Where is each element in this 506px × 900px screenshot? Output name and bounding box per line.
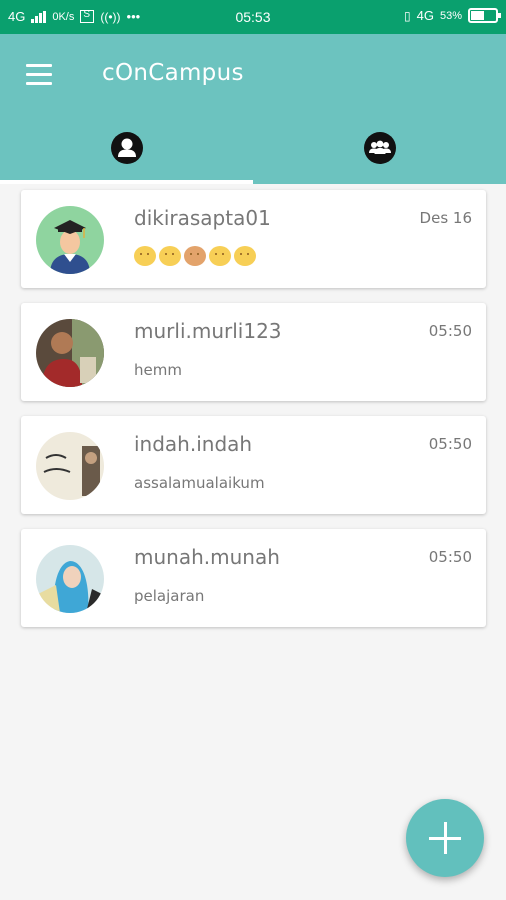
chat-time: 05:50 bbox=[428, 435, 472, 453]
person-icon bbox=[111, 132, 143, 164]
chat-item[interactable]: murli.murli123 05:50 hemm bbox=[21, 303, 486, 401]
app-bar: cOnCampus bbox=[0, 34, 506, 184]
new-chat-fab-button[interactable] bbox=[406, 799, 484, 877]
status-right: ▯ 4G 53% bbox=[404, 8, 501, 23]
chat-item[interactable]: munah.munah 05:50 pelajaran bbox=[21, 529, 486, 627]
chat-time: Des 16 bbox=[419, 209, 472, 227]
chat-username: indah.indah bbox=[134, 432, 253, 456]
smile-emoji-icon bbox=[159, 246, 181, 266]
grin-emoji-icon bbox=[209, 246, 231, 266]
hamburger-menu-button[interactable] bbox=[26, 64, 54, 86]
photo-avatar bbox=[36, 432, 104, 500]
chat-item[interactable]: indah.indah 05:50 assalamualaikum bbox=[21, 416, 486, 514]
emoji-message bbox=[134, 246, 256, 266]
chat-username: munah.munah bbox=[134, 545, 280, 569]
photo-avatar bbox=[36, 545, 104, 613]
battery-icon bbox=[468, 8, 501, 23]
app-title: cOnCampus bbox=[102, 60, 244, 86]
chat-item[interactable]: dikirasapta01 Des 16 bbox=[21, 190, 486, 288]
chat-last-message: hemm bbox=[134, 361, 182, 379]
chat-time: 05:50 bbox=[428, 322, 472, 340]
group-icon bbox=[364, 132, 396, 164]
photo-avatar bbox=[36, 319, 104, 387]
chat-last-message: assalamualaikum bbox=[134, 474, 265, 492]
chat-username: murli.murli123 bbox=[134, 319, 282, 343]
vibrate-icon: ▯ bbox=[404, 8, 411, 23]
chat-time: 05:50 bbox=[428, 548, 472, 566]
smirk-emoji-icon bbox=[234, 246, 256, 266]
battery-percent: 53% bbox=[439, 9, 462, 22]
chat-last-message: pelajaran bbox=[134, 587, 205, 605]
dog-emoji-icon bbox=[184, 246, 206, 266]
network-type-right: 4G bbox=[416, 8, 434, 23]
chat-username: dikirasapta01 bbox=[134, 206, 271, 230]
smile-emoji-icon bbox=[134, 246, 156, 266]
status-bar: 4G 0K/s ((•)) ••• 05:53 ▯ 4G 53% bbox=[0, 0, 506, 34]
tab-private-chats[interactable] bbox=[0, 126, 253, 184]
tab-group-chats[interactable] bbox=[253, 126, 506, 184]
active-tab-indicator bbox=[0, 180, 253, 184]
graduate-avatar bbox=[36, 206, 104, 274]
